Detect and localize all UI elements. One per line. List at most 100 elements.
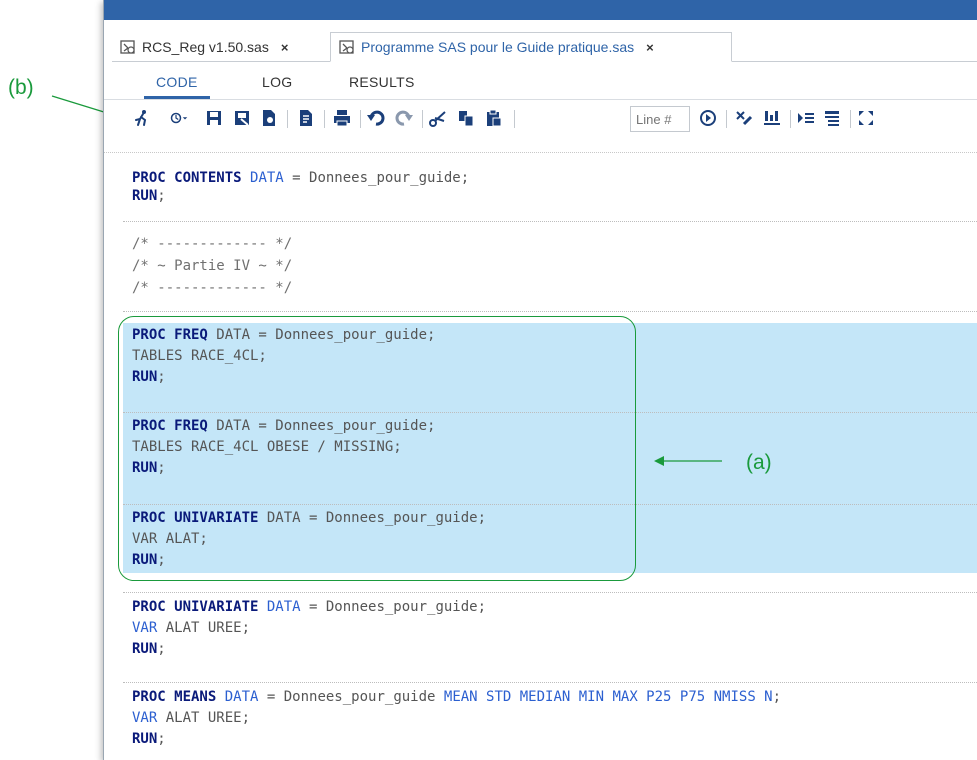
- tab-code[interactable]: CODE: [156, 74, 198, 90]
- code-line: RUN;: [132, 730, 166, 748]
- code-keyword: RUN: [132, 552, 158, 568]
- submit-icon[interactable]: [698, 108, 718, 128]
- code-comment: /* ------------- */: [132, 236, 293, 252]
- code-divider: [123, 311, 977, 312]
- code-line: TABLES RACE_4CL OBESE / MISSING;: [132, 439, 402, 455]
- code-text: = Donnees_pour_guide;: [283, 170, 470, 186]
- code-text: ;: [157, 460, 166, 476]
- annotation-a-label: (a): [746, 451, 772, 474]
- editor-toolbar: [104, 102, 977, 136]
- code-divider: [123, 504, 977, 505]
- code-option: VAR: [132, 620, 158, 636]
- code-text: DATA = Donnees_pour_guide;: [207, 327, 436, 343]
- code-text: ;: [157, 188, 166, 204]
- active-tab-indicator: [144, 96, 210, 99]
- code-keyword: RUN: [132, 641, 158, 657]
- maximize-icon[interactable]: [856, 108, 876, 128]
- sas-program-icon: [120, 40, 135, 54]
- code-option: DATA: [250, 170, 284, 186]
- close-icon[interactable]: ×: [281, 40, 289, 55]
- close-icon[interactable]: ×: [646, 40, 654, 55]
- save-icon[interactable]: [204, 108, 224, 128]
- toolbar-separator: [422, 110, 423, 128]
- indent-icon[interactable]: [796, 108, 816, 128]
- code-line: VAR ALAT;: [132, 531, 208, 547]
- format-icon[interactable]: [296, 108, 316, 128]
- code-line: PROC MEANS DATA = Donnees_pour_guide MEA…: [132, 688, 781, 706]
- code-line: RUN;: [132, 551, 166, 569]
- code-line: VAR ALAT UREE;: [132, 709, 250, 727]
- tab-results[interactable]: RESULTS: [349, 74, 415, 90]
- annotation-b-label: (b): [8, 76, 34, 99]
- code-text: ;: [157, 641, 166, 657]
- outline-icon[interactable]: [822, 108, 842, 128]
- toolbar-separator: [287, 110, 288, 128]
- save-as-icon[interactable]: [232, 108, 252, 128]
- code-line: PROC UNIVARIATE DATA = Donnees_pour_guid…: [132, 598, 486, 616]
- code-line: RUN;: [132, 459, 166, 477]
- code-comment: /* ~ Partie IV ~ */: [132, 258, 293, 274]
- sas-program-icon: [339, 40, 354, 54]
- code-text: ALAT UREE;: [157, 620, 251, 636]
- code-keyword: PROC UNIVARIATE: [132, 599, 259, 615]
- code-divider: [123, 412, 977, 413]
- code-line: RUN;: [132, 187, 166, 205]
- toolbar-separator: [726, 110, 727, 128]
- code-text: ;: [772, 689, 782, 705]
- tab-log[interactable]: LOG: [262, 74, 292, 90]
- code-text: = Donnees_pour_guide;: [300, 599, 487, 615]
- code-divider: [123, 682, 977, 683]
- file-tab-programme-sas[interactable]: Programme SAS pour le Guide pratique.sas…: [330, 32, 732, 62]
- line-number-input[interactable]: [630, 106, 690, 132]
- code-line: PROC FREQ DATA = Donnees_pour_guide;: [132, 326, 435, 344]
- code-option: VAR: [132, 710, 158, 726]
- file-tab-bar: RCS_Reg v1.50.sas × Programme SAS pour l…: [112, 32, 977, 62]
- file-tab-rcs-reg[interactable]: RCS_Reg v1.50.sas ×: [112, 32, 330, 62]
- toolbar-separator: [850, 110, 851, 128]
- toolbar-separator: [790, 110, 791, 128]
- code-option: MEAN STD MEDIAN MIN MAX P25 P75 NMISS N: [443, 689, 773, 705]
- toolbar-separator: [360, 110, 361, 128]
- sas-editor-window: RCS_Reg v1.50.sas × Programme SAS pour l…: [103, 0, 977, 760]
- toolbar-separator: [514, 110, 515, 128]
- code-line: RUN;: [132, 368, 166, 386]
- paste-icon[interactable]: [484, 108, 504, 128]
- toolbar-separator: [324, 110, 325, 128]
- code-line: TABLES RACE_4CL;: [132, 348, 267, 364]
- code-keyword: RUN: [132, 369, 158, 385]
- code-text: ;: [157, 552, 166, 568]
- redo-icon[interactable]: [394, 108, 414, 128]
- file-tab-label: RCS_Reg v1.50.sas: [142, 39, 269, 55]
- save-copy-icon[interactable]: [259, 108, 279, 128]
- copy-icon[interactable]: [456, 108, 476, 128]
- code-text: ALAT UREE;: [157, 710, 251, 726]
- code-keyword: PROC MEANS: [132, 689, 217, 705]
- print-icon[interactable]: [332, 108, 352, 128]
- code-text: DATA = Donnees_pour_guide;: [258, 510, 487, 526]
- code-divider: [123, 592, 977, 593]
- code-divider: [123, 221, 977, 222]
- undo-icon[interactable]: [366, 108, 386, 128]
- code-text: = Donnees_pour_guide: [258, 689, 444, 705]
- code-keyword: PROC FREQ: [132, 418, 208, 434]
- code-keyword: PROC FREQ: [132, 327, 208, 343]
- code-line: VAR ALAT UREE;: [132, 619, 250, 637]
- window-title-bar: [104, 0, 977, 20]
- snippet-icon[interactable]: [762, 108, 782, 128]
- run-icon[interactable]: [132, 108, 152, 128]
- cut-icon[interactable]: [428, 108, 448, 128]
- view-tabs: CODE LOG RESULTS: [104, 72, 977, 100]
- annotation-a-arrow: [654, 456, 722, 466]
- clear-icon[interactable]: [734, 108, 754, 128]
- code-keyword: RUN: [132, 731, 158, 747]
- code-line: PROC FREQ DATA = Donnees_pour_guide;: [132, 417, 435, 435]
- code-text: DATA = Donnees_pour_guide;: [207, 418, 436, 434]
- code-line: PROC CONTENTS DATA = Donnees_pour_guide;: [132, 169, 469, 187]
- code-line: PROC UNIVARIATE DATA = Donnees_pour_guid…: [132, 509, 486, 527]
- code-option: DATA: [224, 689, 259, 705]
- code-text: ;: [157, 369, 166, 385]
- code-comment: /* ------------- */: [132, 280, 293, 296]
- history-icon[interactable]: [164, 108, 194, 128]
- code-keyword: PROC CONTENTS: [132, 170, 242, 186]
- code-keyword: RUN: [132, 188, 158, 204]
